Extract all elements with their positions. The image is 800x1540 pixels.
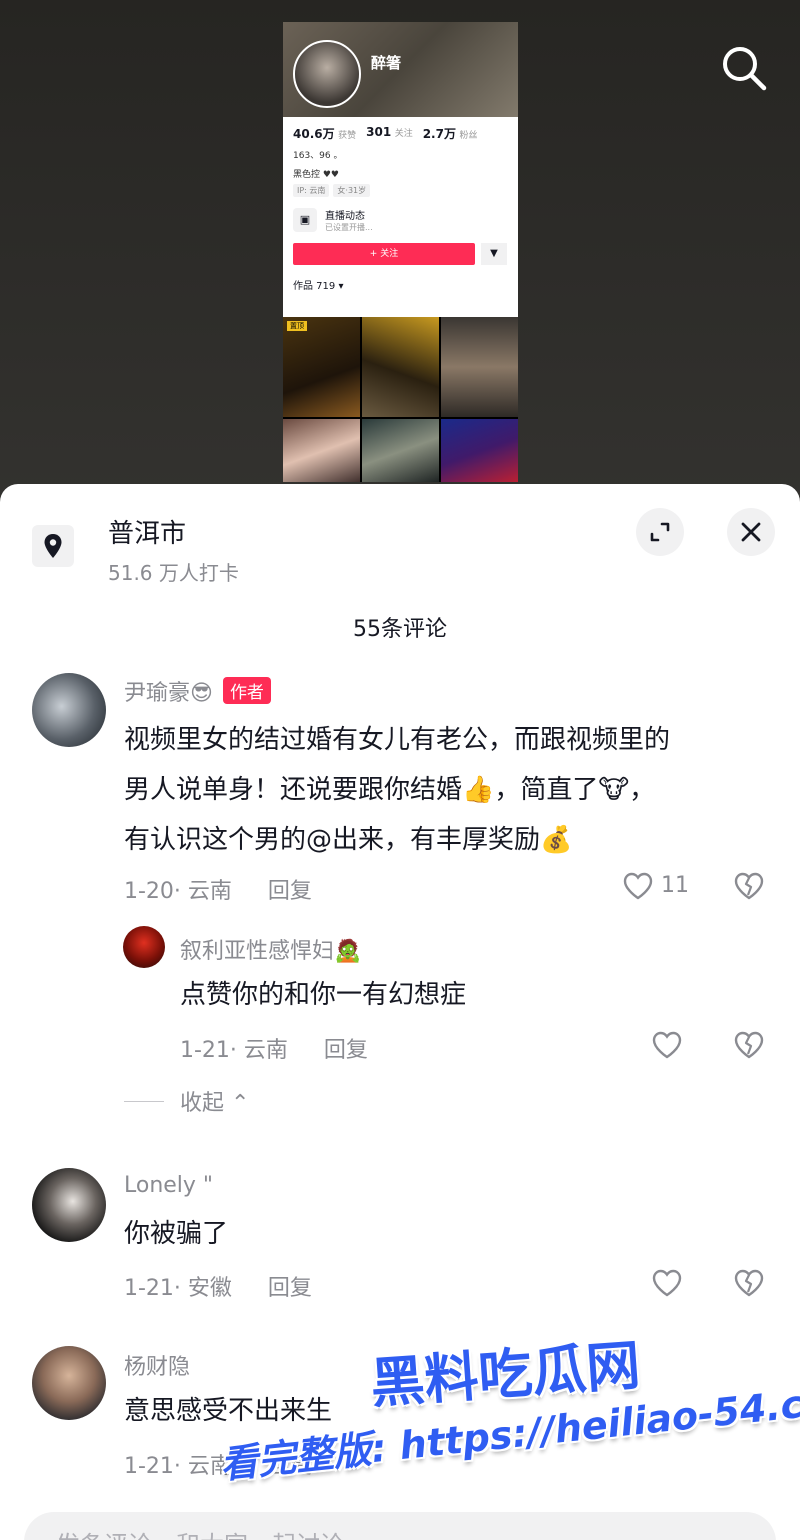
comment-text: 你被骗了 [124,1219,229,1249]
follow-button: + 关注 [293,243,475,265]
work-thumbnail: 置顶 [283,317,360,417]
works-label: 作品 719 ▾ [293,281,344,292]
avatar[interactable] [32,673,106,747]
heart-icon[interactable] [650,1028,684,1062]
reply-date: 1-21· 云南 [180,1038,288,1063]
follow-row: + 关注 ▼ [293,243,508,265]
profile-bio-line: 黑色控 ♥♥ [293,170,339,180]
calendar-icon: ▣ [293,208,317,232]
live-title: 直播动态 [325,211,365,222]
expand-button[interactable] [636,508,684,556]
work-thumbnail [441,419,518,482]
comment-count: 55条评论 [353,617,447,642]
collapse-replies-button[interactable]: 收起 ⌃ [124,1085,249,1117]
like-count: 11 [661,873,689,898]
comment-meta: 1-21· 安徽 回复 [124,1270,312,1302]
pinned-badge: 置顶 [287,321,307,331]
work-thumbnail [362,419,439,482]
dropdown-icon: ▼ [481,243,507,265]
live-subtitle: 已设置开播... [325,223,373,232]
avatar[interactable] [32,1168,106,1242]
location-pin-icon[interactable] [32,525,74,567]
reply-meta: 1-21· 云南 回复 [180,1032,368,1064]
profile-header: 醉箸 [283,22,518,117]
stat-followers: 2.7万 粉丝 [422,127,478,141]
work-thumbnail [441,317,518,417]
comment-date: 1-21· 云南 [124,1454,232,1479]
heart-icon[interactable] [650,1266,684,1300]
location-title[interactable]: 普洱市 [108,513,186,550]
map-pin-icon [44,534,62,558]
reply-button[interactable]: 回复 [324,1038,368,1063]
profile-avatar [293,40,361,108]
work-thumbnail [362,317,439,417]
profile-bio-line: 163、96 。 [293,151,343,161]
author-badge: 作者 [222,677,271,704]
divider [124,1100,164,1102]
search-button[interactable] [716,40,772,96]
avatar[interactable] [32,1346,106,1420]
comment-date: 1-20· 云南 [124,879,232,904]
profile-tags: IP: 云南 女·31岁 [293,184,508,197]
comment-meta: 1-20· 云南 回复 [124,873,312,905]
profile-tag: IP: 云南 [293,184,330,197]
profile-screenshot: 醉箸 40.6万 获赞 301 关注 2.7万 粉丝 163、96 。 黑色控 … [283,22,518,482]
profile-stats: 40.6万 获赞 301 关注 2.7万 粉丝 [293,125,508,142]
comment-username[interactable]: 尹瑜豪😎 作者 [124,675,271,707]
heart-icon[interactable] [621,869,655,903]
close-button[interactable] [727,508,775,556]
avatar[interactable] [123,926,165,968]
search-icon [723,47,767,91]
comment-input-placeholder: 发条评论，和大家一起讨论 [56,1525,344,1540]
stat-likes: 40.6万 获赞 [293,127,357,141]
comment-date: 1-21· 安徽 [124,1276,232,1301]
profile-tag: 女·31岁 [333,184,371,197]
stat-following: 301 关注 [366,125,413,139]
comment-username[interactable]: 杨财隐 [124,1349,190,1381]
comment-username[interactable]: Lonely " [124,1173,213,1198]
close-icon [741,522,761,542]
location-checkins: 51.6 万人打卡 [108,561,239,585]
dislike-icon[interactable] [732,1266,766,1300]
reply-button[interactable]: 回复 [268,1276,312,1301]
work-thumbnail [283,419,360,482]
reply-username[interactable]: 叙利亚性感悍妇🧟 [180,933,361,965]
live-status: ▣ 直播动态 已设置开播... [293,207,508,233]
profile-card: 40.6万 获赞 301 关注 2.7万 粉丝 163、96 。 黑色控 ♥♥ … [283,117,518,317]
expand-icon [650,522,670,542]
comment-text: 视频里女的结过婚有女儿有老公，而跟视频里的 男人说单身！还说要跟你结婚👍，简直了… [124,725,671,855]
reply-button[interactable]: 回复 [268,879,312,904]
profile-name: 醉箸 [371,54,402,72]
dislike-icon[interactable] [732,1028,766,1062]
reply-text: 点赞你的和你一有幻想症 [180,980,467,1010]
works-grid: 置顶 [283,317,518,482]
dislike-icon[interactable] [732,869,766,903]
